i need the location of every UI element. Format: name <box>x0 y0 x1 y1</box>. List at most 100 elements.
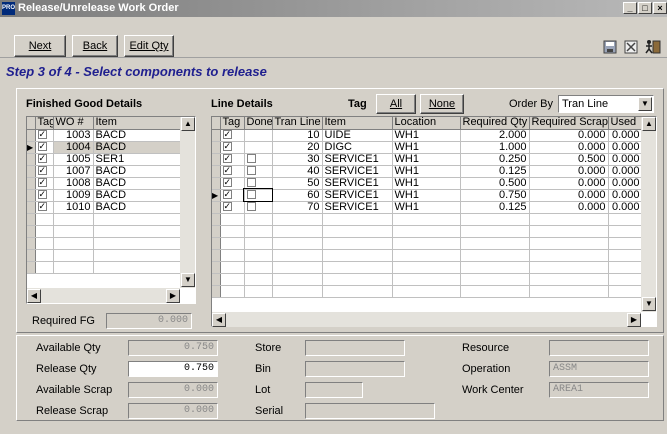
store-label: Store <box>255 342 282 354</box>
release-scrap-label: Release Scrap <box>36 405 109 417</box>
table-row[interactable]: ✓ 1007 BACD <box>27 165 184 178</box>
release-qty-label: Release Qty <box>36 363 97 375</box>
table-row[interactable] <box>27 249 184 262</box>
fg-col-tag[interactable]: Tag <box>35 117 54 130</box>
chevron-down-icon[interactable]: ▼ <box>638 97 652 111</box>
available-scrap-label: Available Scrap <box>36 384 113 396</box>
done-checkbox[interactable] <box>246 166 256 176</box>
line-col-required-scrap[interactable]: Required Scrap <box>529 117 609 130</box>
table-row[interactable]: ✓ 1008 BACD <box>27 177 184 190</box>
table-row[interactable] <box>27 237 184 250</box>
fg-scroll-down[interactable]: ▼ <box>181 273 195 287</box>
tag-checkbox[interactable]: ✓ <box>37 154 47 164</box>
tag-checkbox[interactable]: ✓ <box>222 154 232 164</box>
required-fg-label: Required FG <box>32 315 95 327</box>
tag-checkbox[interactable]: ✓ <box>222 130 232 140</box>
line-cell-line: 30 <box>272 153 323 166</box>
release-qty-field[interactable]: 0.750 <box>128 361 218 377</box>
table-row[interactable]: ▶ ✓ 60 SERVICE1 WH1 0.750 0.000 0.000 <box>212 188 643 202</box>
all-button[interactable]: All <box>376 94 416 114</box>
line-cell-item: SERVICE1 <box>322 165 393 178</box>
tag-checkbox[interactable]: ✓ <box>37 190 47 200</box>
line-col-tag[interactable]: Tag <box>220 117 245 130</box>
clear-icon[interactable] <box>622 38 640 56</box>
fg-col-item[interactable]: Item <box>93 117 184 130</box>
table-row[interactable]: ✓ 40 SERVICE1 WH1 0.125 0.000 0.000 <box>212 165 643 178</box>
back-button[interactable]: Back <box>72 35 118 57</box>
fg-scroll-up[interactable]: ▲ <box>181 117 195 131</box>
table-row[interactable]: ✓ 30 SERVICE1 WH1 0.250 0.500 0.000 <box>212 153 643 166</box>
fg-scroll-right[interactable]: ▶ <box>166 289 180 303</box>
table-row[interactable]: ✓ 1009 BACD <box>27 189 184 202</box>
fg-grid: Tag WO # Item ✓1003BACD▶✓1004BACD✓1005SE… <box>26 116 196 304</box>
table-row[interactable] <box>212 213 643 226</box>
table-row[interactable] <box>212 225 643 238</box>
minimize-button[interactable]: _ <box>623 2 637 14</box>
table-row[interactable] <box>212 249 643 262</box>
line-cell-loc: WH1 <box>392 177 461 190</box>
table-row[interactable]: ✓ 1003 BACD <box>27 129 184 142</box>
table-row[interactable] <box>27 225 184 238</box>
tag-checkbox[interactable]: ✓ <box>37 166 47 176</box>
line-cell-scrap: 0.000 <box>529 165 609 178</box>
line-col-required-qty[interactable]: Required Qty <box>460 117 530 130</box>
fg-vscroll[interactable] <box>180 117 195 288</box>
line-col-location[interactable]: Location <box>392 117 461 130</box>
fg-cell-item: BACD <box>93 129 184 142</box>
work-center-field: AREA1 <box>549 382 649 398</box>
order-by-label: Order By <box>509 98 554 110</box>
tag-checkbox[interactable]: ✓ <box>37 142 47 152</box>
none-button[interactable]: None <box>420 94 464 114</box>
tag-checkbox[interactable]: ✓ <box>222 178 232 188</box>
tag-checkbox[interactable]: ✓ <box>37 202 47 212</box>
table-row[interactable]: ✓ 10 UIDE WH1 2.000 0.000 0.000 <box>212 129 643 142</box>
fg-scroll-left[interactable]: ◀ <box>27 289 41 303</box>
table-row[interactable]: ✓ 20 DIGC WH1 1.000 0.000 0.000 <box>212 141 643 154</box>
line-col-done[interactable]: Done <box>244 117 273 130</box>
tag-checkbox[interactable]: ✓ <box>37 178 47 188</box>
line-scroll-right[interactable]: ▶ <box>627 313 641 327</box>
table-row[interactable] <box>27 213 184 226</box>
table-row[interactable]: ✓ 1010 BACD <box>27 201 184 214</box>
tag-checkbox[interactable]: ✓ <box>222 166 232 176</box>
line-col-item[interactable]: Item <box>322 117 393 130</box>
table-row[interactable]: ▶ ✓ 1004 BACD <box>27 141 184 154</box>
line-cell-line: 40 <box>272 165 323 178</box>
bin-field <box>305 361 405 377</box>
done-checkbox[interactable] <box>246 178 256 188</box>
done-checkbox[interactable] <box>246 202 256 212</box>
table-row[interactable] <box>212 237 643 250</box>
tag-checkbox[interactable]: ✓ <box>222 142 232 152</box>
table-row[interactable]: ✓ 1005 SER1 <box>27 153 184 166</box>
line-scroll-left[interactable]: ◀ <box>212 313 226 327</box>
maximize-button[interactable]: □ <box>638 2 652 14</box>
fg-hscroll[interactable] <box>27 288 180 303</box>
table-row[interactable] <box>212 261 643 274</box>
serial-label: Serial <box>255 405 284 417</box>
close-button[interactable]: × <box>653 2 667 14</box>
fg-col-wo[interactable]: WO # <box>53 117 94 130</box>
tag-checkbox[interactable]: ✓ <box>222 202 232 212</box>
table-row[interactable] <box>27 261 184 274</box>
fg-cell-item: BACD <box>93 201 184 214</box>
done-checkbox[interactable] <box>246 154 256 164</box>
done-checkbox[interactable] <box>246 190 256 200</box>
line-hscroll[interactable] <box>212 312 641 327</box>
line-vscroll[interactable] <box>641 117 656 312</box>
table-row[interactable]: ✓ 70 SERVICE1 WH1 0.125 0.000 0.000 <box>212 201 643 214</box>
order-by-select[interactable]: Tran Line ▼ <box>558 95 654 113</box>
line-scroll-up[interactable]: ▲ <box>642 117 656 131</box>
exit-icon[interactable] <box>643 38 661 56</box>
line-scroll-down[interactable]: ▼ <box>642 297 656 311</box>
edit-qty-button[interactable]: Edit Qty <box>124 35 174 57</box>
save-icon[interactable] <box>601 38 619 56</box>
tag-checkbox[interactable]: ✓ <box>222 190 232 200</box>
table-row[interactable] <box>212 285 643 298</box>
table-row[interactable] <box>212 273 643 286</box>
line-col-used[interactable]: Used <box>608 117 643 130</box>
line-cell-qty: 0.125 <box>460 201 530 214</box>
line-col-tran-line[interactable]: Tran Line <box>272 117 323 130</box>
table-row[interactable]: ✓ 50 SERVICE1 WH1 0.500 0.000 0.000 <box>212 177 643 190</box>
tag-checkbox[interactable]: ✓ <box>37 130 47 140</box>
next-button[interactable]: Next <box>14 35 66 57</box>
